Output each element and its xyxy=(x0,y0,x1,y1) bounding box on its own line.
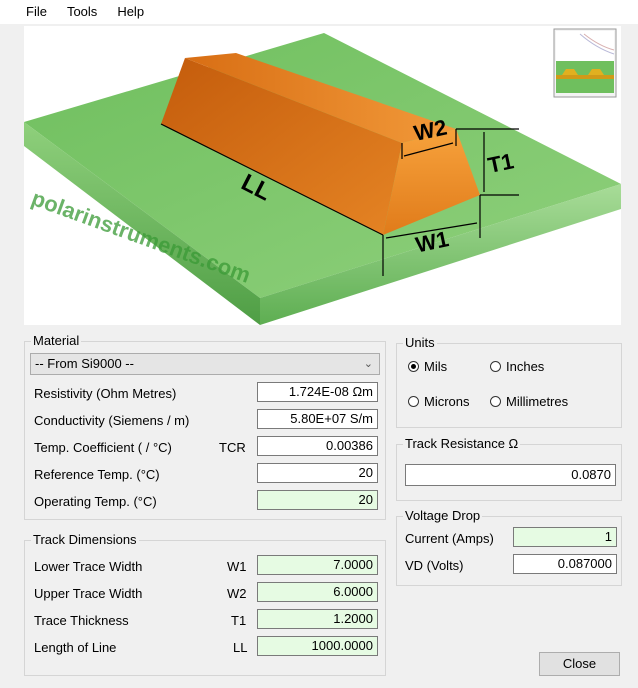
menu-file[interactable]: File xyxy=(0,0,57,24)
track-resistance-field[interactable]: 0.0870 xyxy=(405,464,616,486)
units-option-inches: Inches xyxy=(506,359,545,374)
material-selected-value: -- From Si9000 -- xyxy=(35,356,134,371)
units-option-mils: Mils xyxy=(424,359,448,374)
units-option-millimetres: Millimetres xyxy=(506,394,569,409)
units-radio-mils[interactable]: Mils xyxy=(408,359,447,374)
label-t1: T1 xyxy=(486,148,516,178)
radio-unselected-icon xyxy=(408,396,419,407)
radio-selected-icon xyxy=(408,361,419,372)
upper-trace-width-field[interactable]: 6.0000 xyxy=(257,582,378,602)
trace-thickness-label: Trace Thickness xyxy=(34,613,129,628)
close-button[interactable]: Close xyxy=(539,652,620,676)
vd-field[interactable]: 0.087000 xyxy=(513,554,617,574)
tcr-abbrev: TCR xyxy=(219,440,246,455)
chevron-down-icon: ⌄ xyxy=(363,358,373,370)
track-resistance-title: Track Resistance Ω xyxy=(403,436,521,451)
w2-abbrev: W2 xyxy=(227,586,247,601)
reference-temp-field[interactable]: 20 xyxy=(257,463,378,483)
menu-tools[interactable]: Tools xyxy=(57,0,107,24)
units-option-microns: Microns xyxy=(424,394,470,409)
radio-unselected-icon xyxy=(490,396,501,407)
units-radio-millimetres[interactable]: Millimetres xyxy=(490,394,568,409)
units-group: Units xyxy=(396,335,622,428)
temp-coefficient-field[interactable]: 0.00386 xyxy=(257,436,378,456)
trace-thickness-field[interactable]: 1.2000 xyxy=(257,609,378,629)
current-label: Current (Amps) xyxy=(405,531,494,546)
trace-illustration: W2 T1 LL W1 polarinstruments.com xyxy=(24,26,621,325)
vd-label: VD (Volts) xyxy=(405,558,464,573)
lower-trace-width-field[interactable]: 7.0000 xyxy=(257,555,378,575)
reference-temp-label: Reference Temp. (°C) xyxy=(34,467,160,482)
cross-section-thumbnail xyxy=(553,28,617,98)
units-radio-microns[interactable]: Microns xyxy=(408,394,470,409)
lower-trace-width-label: Lower Trace Width xyxy=(34,559,143,574)
menu-help[interactable]: Help xyxy=(107,0,154,24)
material-select[interactable]: -- From Si9000 -- ⌄ xyxy=(30,353,380,375)
t1-abbrev: T1 xyxy=(231,613,247,628)
operating-temp-field[interactable]: 20 xyxy=(257,490,378,510)
w1-abbrev: W1 xyxy=(227,559,247,574)
trace-diagram: W2 T1 LL W1 polarinstruments.com xyxy=(24,28,621,325)
track-dimensions-title: Track Dimensions xyxy=(31,532,139,547)
length-of-line-label: Length of Line xyxy=(34,640,117,655)
length-of-line-field[interactable]: 1000.0000 xyxy=(257,636,378,656)
voltage-drop-title: Voltage Drop xyxy=(403,508,483,523)
radio-unselected-icon xyxy=(490,361,501,372)
temp-coefficient-label: Temp. Coefficient ( / °C) xyxy=(34,440,172,455)
resistivity-field[interactable]: 1.724E-08 Ωm xyxy=(257,382,378,402)
operating-temp-label: Operating Temp. (°C) xyxy=(34,494,157,509)
menu-bar: File Tools Help xyxy=(0,0,638,24)
conductivity-label: Conductivity (Siemens / m) xyxy=(34,413,190,428)
ll-abbrev: LL xyxy=(233,640,248,655)
conductivity-field[interactable]: 5.80E+07 S/m xyxy=(257,409,378,429)
material-title: Material xyxy=(31,333,82,348)
current-field[interactable]: 1 xyxy=(513,527,617,547)
units-radio-inches[interactable]: Inches xyxy=(490,359,544,374)
upper-trace-width-label: Upper Trace Width xyxy=(34,586,143,601)
resistivity-label: Resistivity (Ohm Metres) xyxy=(34,386,177,401)
units-title: Units xyxy=(403,335,437,350)
